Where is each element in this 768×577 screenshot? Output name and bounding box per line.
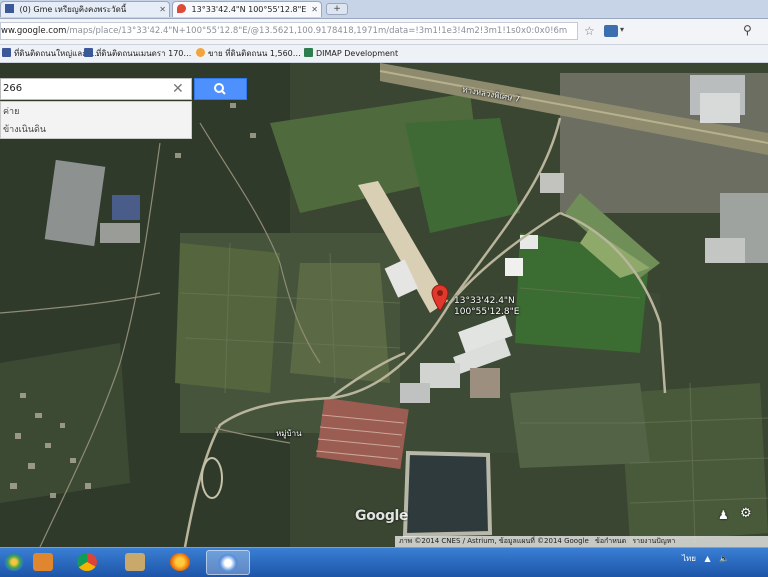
tab-label: 13°33'42.4"N 100°55'12.8"E xyxy=(191,5,307,14)
maps-icon xyxy=(177,4,186,13)
url-host: ww.google.com xyxy=(1,26,67,36)
search-suggestions: ค่าย ข้างเนินดิน xyxy=(0,101,192,139)
tray-expand-icon[interactable]: ▲ xyxy=(705,554,711,563)
search-icon xyxy=(214,83,226,95)
address-bar: ww.google.com/maps/place/13°33'42.4"N+10… xyxy=(0,19,768,45)
taskbar-chrome[interactable] xyxy=(70,550,104,575)
bookmark-star-icon[interactable]: ☆ xyxy=(584,24,595,38)
latitude-label: 13°33'42.4"N xyxy=(454,296,515,306)
longitude-label: 100°55'12.8"E xyxy=(454,307,520,317)
taskbar-file-explorer[interactable] xyxy=(26,550,60,575)
search-button[interactable] xyxy=(194,78,247,100)
bookmark-item[interactable]: ที่ดินติดถนนเมนดรา 170… xyxy=(84,47,191,60)
taskbar-active-app[interactable] xyxy=(206,550,250,575)
tab-bar: (0) Gme เหรียญคิงคงพระวัดนี้ ✕ 13°33'42.… xyxy=(0,0,768,19)
close-icon[interactable]: ✕ xyxy=(311,2,318,17)
terms-link[interactable]: ข้อกำหนด xyxy=(595,537,626,545)
app-window-icon xyxy=(218,554,238,572)
bookmark-item[interactable]: DIMAP Development xyxy=(304,47,398,60)
report-problem-link[interactable]: รายงานปัญหา xyxy=(632,537,675,545)
system-tray: ไทย ▲ 🔈 xyxy=(682,552,735,565)
coordinate-label: 13°33'42.4"N 100°55'12.8"E xyxy=(454,296,519,318)
search-icon[interactable]: ⚲ xyxy=(743,23,752,37)
facebook-icon xyxy=(84,48,93,57)
chevron-down-icon[interactable]: ▾ xyxy=(620,25,624,34)
clear-icon[interactable]: ✕ xyxy=(172,80,184,98)
map-search-input[interactable]: 266 xyxy=(0,78,192,100)
windows-icon xyxy=(4,553,24,571)
imagery-credit: ภาพ ©2014 CNES / Astrium, ข้อมูลแผนที่ ©… xyxy=(399,537,589,545)
extension-icon[interactable] xyxy=(604,25,618,37)
site-icon xyxy=(196,48,205,57)
taskbar-firefox[interactable] xyxy=(163,550,197,575)
url-path: /maps/place/13°33'42.4"N+100°55'12.8"E/@… xyxy=(66,26,568,36)
dimap-icon xyxy=(304,48,313,57)
suggestion-item[interactable]: ข้างเนินดิน xyxy=(3,122,46,138)
suggestion-item[interactable]: ค่าย xyxy=(3,104,19,120)
google-logo: Google xyxy=(355,508,409,524)
pegman-icon[interactable]: ♟ xyxy=(718,508,729,522)
facebook-icon xyxy=(5,4,14,13)
tab-label: (0) Gme เหรียญคิงคงพระวัดนี้ xyxy=(19,5,127,14)
bookmark-label: ที่ดินติดถนนเมนดรา 170… xyxy=(96,49,192,58)
bookmark-item[interactable]: ขาย ที่ดินติดถนน 1,560… xyxy=(196,47,301,60)
gear-icon[interactable]: ⚙ xyxy=(740,506,752,521)
facebook-icon xyxy=(2,48,11,57)
volume-icon[interactable]: 🔈 xyxy=(719,554,729,563)
bookmark-label: ขาย ที่ดินติดถนน 1,560… xyxy=(208,49,301,58)
folder-icon xyxy=(33,553,53,571)
language-indicator[interactable]: ไทย xyxy=(682,554,696,563)
new-tab-button[interactable]: + xyxy=(326,3,348,15)
bookmarks-bar: ที่ดินติดถนนใหญ่และพ… ที่ดินติดถนนเมนดรา… xyxy=(0,45,768,63)
app-icon xyxy=(125,553,145,571)
village-label: หมู่บ้าน xyxy=(276,429,302,438)
bookmark-label: DIMAP Development xyxy=(316,49,399,58)
taskbar-app[interactable] xyxy=(118,550,152,575)
taskbar: ไทย ▲ 🔈 xyxy=(0,547,768,577)
tab-maps[interactable]: 13°33'42.4"N 100°55'12.8"E ✕ xyxy=(172,1,322,17)
location-pin-icon[interactable] xyxy=(431,284,449,312)
close-icon[interactable]: ✕ xyxy=(159,2,166,17)
map-copyright: ภาพ ©2014 CNES / Astrium, ข้อมูลแผนที่ ©… xyxy=(395,536,768,547)
url-field[interactable]: ww.google.com/maps/place/13°33'42.4"N+10… xyxy=(0,22,578,40)
chrome-icon xyxy=(77,553,97,571)
firefox-icon xyxy=(170,553,190,571)
tab-facebook[interactable]: (0) Gme เหรียญคิงคงพระวัดนี้ ✕ xyxy=(0,1,170,17)
